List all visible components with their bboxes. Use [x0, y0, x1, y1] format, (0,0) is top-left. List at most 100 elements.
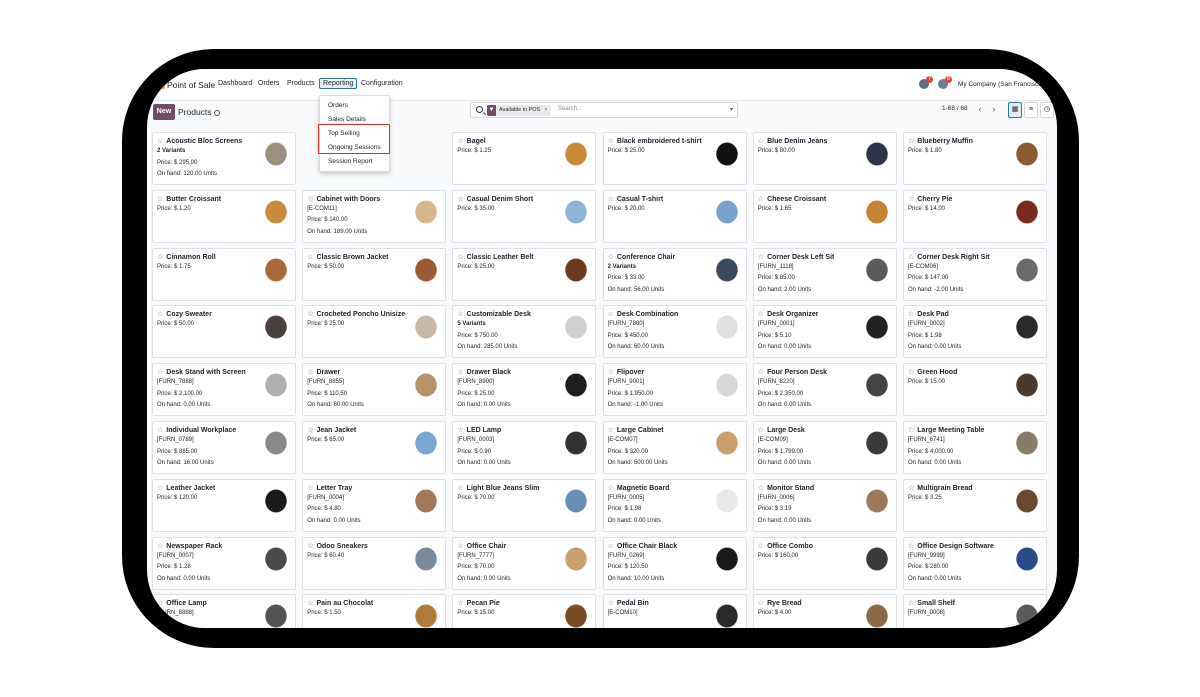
favorite-star-icon[interactable]: ☆ [608, 311, 614, 318]
product-card[interactable]: ☆ Corner Desk Left Sit [FURN_1118] Price: $… [752, 247, 897, 301]
list-view-icon[interactable]: ≡ [1024, 102, 1038, 118]
favorite-star-icon[interactable]: ☆ [157, 311, 163, 318]
product-card[interactable]: ☆ Desk Stand with Screen [FURN_7888] Price:… [152, 363, 296, 417]
pager-previous-icon[interactable]: ‹ [973, 102, 987, 117]
menu-configuration[interactable]: Configuration [361, 80, 403, 87]
new-button[interactable]: New [153, 104, 175, 120]
product-card[interactable]: ☆ Large Meeting Table [FURN_6741] Price: $ … [903, 421, 1047, 474]
product-card[interactable]: ☆ Drawer [FURN_8855] Price: $ 110.50 On hand… [302, 363, 447, 417]
favorite-star-icon[interactable]: ☆ [758, 196, 764, 203]
product-card[interactable]: ☆ Leather Jacket Price: $ 120.00 [152, 478, 296, 532]
menu-dashboard[interactable]: Dashboard [218, 80, 252, 87]
reporting-item-session-report[interactable]: Session Report [328, 158, 372, 165]
company-switcher[interactable]: My Company (San Francisco) [958, 81, 1044, 88]
favorite-star-icon[interactable]: ☆ [157, 485, 163, 492]
product-card[interactable]: ☆ Blueberry Muffin Price: $ 1.80 [903, 132, 1047, 185]
favorite-star-icon[interactable]: ☆ [608, 369, 614, 376]
favorite-star-icon[interactable]: ☆ [307, 485, 313, 492]
product-card[interactable]: ☆ Large Cabinet [E-COM07] Price: $ 320.00 On… [602, 421, 747, 474]
search-options-chevron-icon[interactable]: ▾ [730, 106, 733, 113]
favorite-star-icon[interactable]: ☆ [307, 600, 313, 607]
favorite-star-icon[interactable]: ☆ [608, 427, 614, 434]
product-card[interactable]: ☆ Cabinet with Doors [E-COM11] Price: $ 140… [302, 189, 447, 243]
favorite-star-icon[interactable]: ☆ [608, 485, 614, 492]
product-card[interactable]: ☆ Casual Denim Short Price: $ 35.00 [452, 189, 597, 243]
product-card[interactable]: ☆ Odoo Sneakers Price: $ 60.40 [302, 536, 447, 590]
product-card[interactable]: ☆ Pedal Bin [E-COM10] [602, 594, 747, 628]
favorite-star-icon[interactable]: ☆ [758, 138, 764, 145]
product-card[interactable]: ☆ Pain au Chocolat Price: $ 1.50 [302, 594, 447, 628]
favorite-star-icon[interactable]: ☆ [157, 196, 163, 203]
favorite-star-icon[interactable]: ☆ [457, 369, 463, 376]
activity-view-icon[interactable]: ◷ [1040, 102, 1054, 118]
product-card[interactable]: ☆ Monitor Stand [FURN_0006] Price: $ 3.19 On… [752, 478, 897, 532]
favorite-star-icon[interactable]: ☆ [758, 600, 764, 607]
product-card[interactable]: ☆ Pecan Pie Price: $ 15.00 [452, 594, 597, 628]
product-card[interactable]: ☆ Magnetic Board [FURN_0005] Price: $ 1.98 O… [602, 478, 747, 532]
favorite-star-icon[interactable]: ☆ [608, 138, 614, 145]
product-card[interactable]: ☆ Acoustic Bloc Screens 2 Variants Price: $… [152, 132, 296, 185]
product-card[interactable]: ☆ Conference Chair 2 Variants Price: $ 33.0… [602, 247, 747, 301]
favorite-star-icon[interactable]: ☆ [307, 543, 313, 550]
product-card[interactable]: ☆ Light Blue Jeans Slim Price: $ 70.00 [452, 478, 597, 532]
favorite-star-icon[interactable]: ☆ [457, 543, 463, 550]
menu-products[interactable]: Products [287, 80, 315, 87]
favorite-star-icon[interactable]: ☆ [157, 543, 163, 550]
favorite-star-icon[interactable]: ☆ [307, 254, 313, 261]
favorite-star-icon[interactable]: ☆ [307, 311, 313, 318]
product-card[interactable]: ☆ Casual T-shirt Price: $ 20.00 [602, 189, 747, 243]
favorite-star-icon[interactable]: ☆ [457, 196, 463, 203]
favorite-star-icon[interactable]: ☆ [157, 254, 163, 261]
reporting-item-sales-details[interactable]: Sales Details [328, 116, 366, 123]
product-card[interactable]: ☆ Office Lamp [FURN_8888] [152, 594, 296, 628]
product-card[interactable]: ☆ Desk Organizer [FURN_0001] Price: $ 5.10 O… [752, 305, 897, 359]
favorite-star-icon[interactable]: ☆ [457, 254, 463, 261]
product-card[interactable]: ☆ Desk Combination [FURN_7800] Price: $ 450… [602, 305, 747, 359]
product-card[interactable]: ☆ Butter Croissant Price: $ 1.20 [152, 189, 296, 243]
favorite-star-icon[interactable]: ☆ [307, 427, 313, 434]
product-card[interactable]: ☆ Four Person Desk [FURN_8220] Price: $ 2,3… [752, 363, 897, 417]
facet-remove-icon[interactable]: × [544, 107, 547, 113]
product-card[interactable]: ☆ Customizable Desk 5 Variants Price: $ 750… [452, 305, 597, 359]
favorite-star-icon[interactable]: ☆ [908, 254, 914, 261]
product-card[interactable]: ☆ Crocheted Poncho Unisize Price: $ 25.00 [302, 305, 447, 359]
favorite-star-icon[interactable]: ☆ [908, 543, 914, 550]
product-card[interactable]: ☆ Small Shelf [FURN_0008] [903, 594, 1047, 628]
favorite-star-icon[interactable]: ☆ [457, 485, 463, 492]
app-title[interactable]: Point of Sale [167, 80, 215, 90]
favorite-star-icon[interactable]: ☆ [457, 138, 463, 145]
favorite-star-icon[interactable]: ☆ [908, 485, 914, 492]
product-card[interactable]: ☆ Drawer Black [FURN_8900] Price: $ 25.00 On… [452, 363, 597, 417]
product-card[interactable]: ☆ Green Hood Price: $ 15.00 [903, 363, 1047, 417]
product-card[interactable]: ☆ Individual Workplace [FURN_0789] Price: $… [152, 421, 296, 474]
pager-value[interactable]: 1-68 / 68 [942, 105, 968, 112]
favorite-star-icon[interactable]: ☆ [758, 369, 764, 376]
favorite-star-icon[interactable]: ☆ [758, 311, 764, 318]
search-input[interactable]: Search... [558, 106, 582, 112]
favorite-star-icon[interactable]: ☆ [908, 138, 914, 145]
search-bar[interactable]: ▼ Available in POS × Search... ▾ [470, 102, 738, 118]
product-card[interactable]: ☆ Flipover [FURN_9001] Price: $ 1,950.00 On … [602, 363, 747, 417]
product-card[interactable]: ☆ Cherry Pie Price: $ 14.00 [903, 189, 1047, 243]
favorite-star-icon[interactable]: ☆ [457, 311, 463, 318]
favorite-star-icon[interactable]: ☆ [758, 254, 764, 261]
product-card[interactable]: ☆ LED Lamp [FURN_0003] Price: $ 0.90 On hand… [452, 421, 597, 474]
favorite-star-icon[interactable]: ☆ [157, 427, 163, 434]
favorite-star-icon[interactable]: ☆ [457, 600, 463, 607]
gear-icon[interactable] [213, 109, 220, 116]
product-card[interactable]: ☆ Black embroidered t-shirt Price: $ 25.00 [602, 132, 747, 185]
favorite-star-icon[interactable]: ☆ [157, 369, 163, 376]
product-card[interactable]: ☆ Blue Denim Jeans Price: $ 80.00 [752, 132, 897, 185]
favorite-star-icon[interactable]: ☆ [758, 543, 764, 550]
pos-app-icon[interactable] [156, 80, 165, 89]
favorite-star-icon[interactable]: ☆ [758, 427, 764, 434]
favorite-star-icon[interactable]: ☆ [307, 196, 313, 203]
product-card[interactable]: ☆ Cozy Sweater Price: $ 50.00 [152, 305, 296, 359]
product-card[interactable]: ☆ Cinnamon Roll Price: $ 1.75 [152, 247, 296, 301]
menu-orders[interactable]: Orders [258, 80, 279, 87]
product-card[interactable]: ☆ Cheese Croissant Price: $ 1.65 [752, 189, 897, 243]
favorite-star-icon[interactable]: ☆ [908, 369, 914, 376]
favorite-star-icon[interactable]: ☆ [908, 600, 914, 607]
favorite-star-icon[interactable]: ☆ [457, 427, 463, 434]
product-card[interactable]: ☆ Office Chair Black [FURN_0269] Price: $ 1… [602, 536, 747, 590]
